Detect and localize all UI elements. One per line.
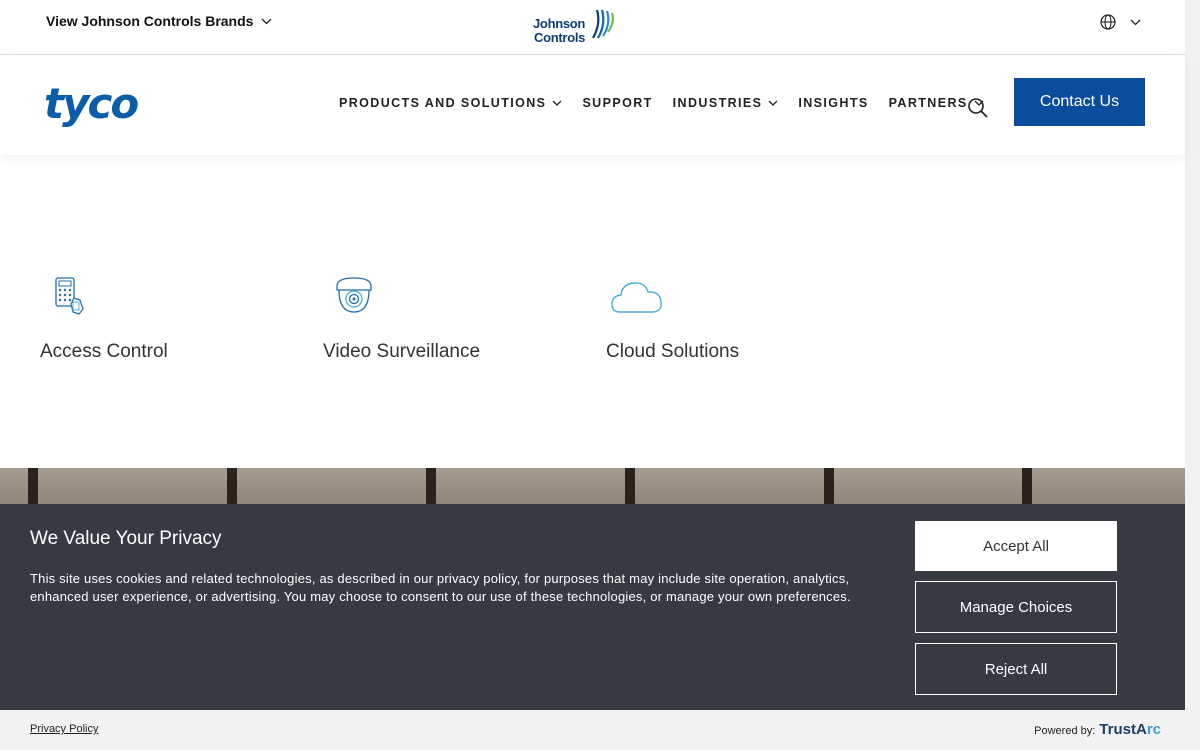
tyco-logo[interactable]: tyco [44, 83, 139, 125]
nav-link-label: INSIGHTS [798, 96, 869, 110]
keypad-icon [55, 277, 84, 315]
cookie-consent-banner: We Value Your Privacy This site uses coo… [0, 504, 1185, 710]
chevron-down-icon [1130, 19, 1141, 25]
main-navigation: tyco PRODUCTS AND SOLUTIONS SUPPORT INDU… [0, 55, 1185, 155]
nav-industries[interactable]: INDUSTRIES [673, 96, 779, 110]
nav-support[interactable]: SUPPORT [582, 96, 652, 110]
accept-all-button[interactable]: Accept All [915, 521, 1117, 571]
window-frame [426, 468, 436, 508]
nav-links: PRODUCTS AND SOLUTIONS SUPPORT INDUSTRIE… [339, 96, 1004, 110]
brand-bar: View Johnson Controls Brands Johnson Con… [0, 0, 1185, 55]
reject-all-button[interactable]: Reject All [915, 643, 1117, 695]
window-frame [1022, 468, 1032, 508]
cloud-icon [611, 282, 662, 313]
contact-us-button[interactable]: Contact Us [1014, 78, 1145, 126]
view-brands-label: View Johnson Controls Brands [46, 13, 254, 29]
view-brands-dropdown[interactable]: View Johnson Controls Brands [46, 13, 272, 29]
privacy-policy-link[interactable]: Privacy Policy [30, 723, 98, 735]
window-frame [625, 468, 635, 508]
nav-products-and-solutions[interactable]: PRODUCTS AND SOLUTIONS [339, 96, 562, 110]
jc-logo-line1: Johnson [533, 16, 586, 31]
search-icon [968, 98, 988, 118]
cookie-description: This site uses cookies and related techn… [30, 571, 851, 604]
johnson-controls-logo[interactable]: Johnson Controls [533, 5, 617, 45]
nav-link-label: SUPPORT [582, 96, 653, 110]
trustarc-logo-part2: rc [1146, 721, 1161, 738]
jc-logo-line2: Controls [534, 30, 586, 45]
window-frame [824, 468, 834, 508]
nav-insights[interactable]: INSIGHTS [798, 96, 868, 110]
jc-swirl-icon [592, 9, 615, 39]
chevron-down-icon [552, 100, 562, 106]
tile-access-control[interactable]: Access Control [40, 276, 168, 363]
chevron-down-icon [261, 18, 272, 24]
powered-by-label: Powered by: [1034, 725, 1096, 737]
window-frame [28, 468, 38, 508]
globe-icon [1100, 14, 1116, 30]
trustarc-logo-part1: TrustA [1099, 721, 1147, 738]
nav-link-label: INDUSTRIES [672, 96, 763, 110]
powered-by: Powered by: TrustArc [1034, 721, 1161, 738]
tile-video-surveillance[interactable]: Video Surveillance [323, 276, 480, 363]
tile-label: Access Control [40, 341, 168, 362]
nav-link-label: PARTNERS [888, 96, 968, 110]
nav-link-label: PRODUCTS AND SOLUTIONS [339, 96, 547, 110]
chevron-down-icon [768, 100, 778, 106]
camera-icon [336, 277, 372, 313]
tile-cloud-solutions[interactable]: Cloud Solutions [606, 276, 739, 363]
tile-label: Cloud Solutions [606, 341, 740, 362]
language-selector[interactable] [1100, 14, 1141, 30]
page-scrollbar[interactable] [1185, 0, 1200, 750]
hero-image [0, 468, 1185, 508]
search-button[interactable] [967, 97, 989, 124]
window-frame [227, 468, 237, 508]
manage-choices-button[interactable]: Manage Choices [915, 581, 1117, 633]
cookie-title: We Value Your Privacy [30, 528, 222, 549]
trustarc-logo[interactable]: TrustArc [1099, 721, 1161, 738]
cookie-footer: Privacy Policy Powered by: TrustArc [0, 710, 1185, 750]
tile-label: Video Surveillance [323, 341, 481, 362]
